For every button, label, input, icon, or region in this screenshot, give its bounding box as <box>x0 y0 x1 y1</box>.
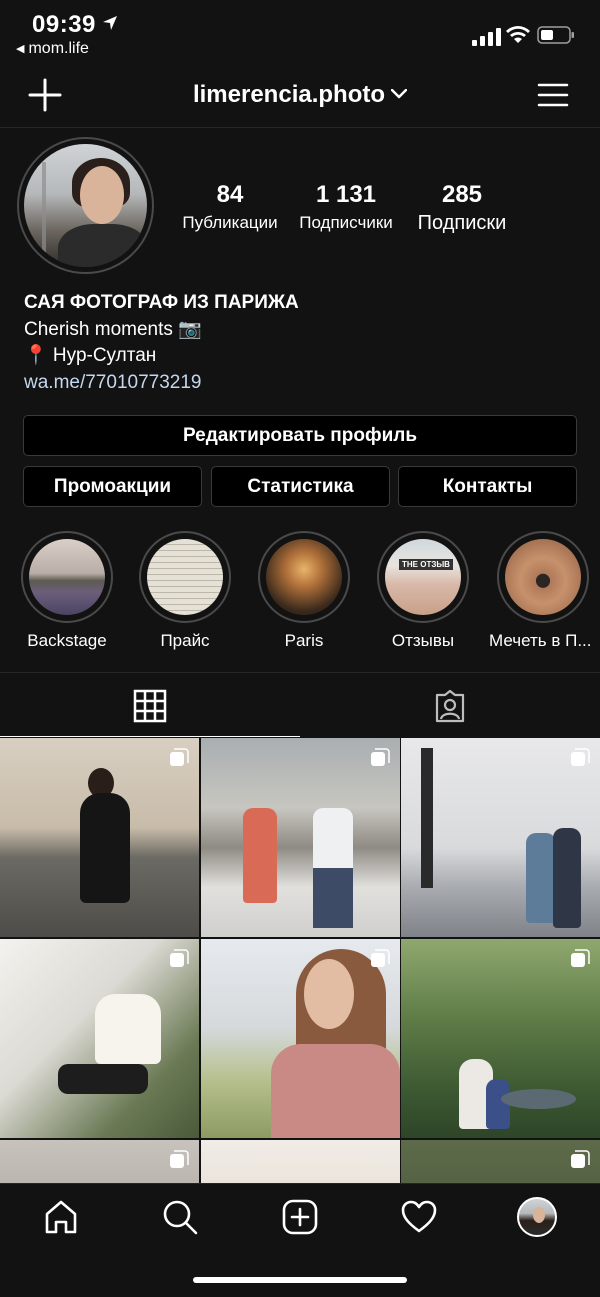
cellular-signal-icon <box>472 28 501 46</box>
edit-profile-button[interactable]: Редактировать профиль <box>23 415 577 456</box>
stat-following[interactable]: 285 Подписки <box>410 180 514 236</box>
photo-grid <box>0 738 600 1183</box>
battery-icon <box>537 26 574 44</box>
username-label: limerencia.photo <box>192 81 386 108</box>
profile-bio: САЯ ФОТОГРАФ ИЗ ПАРИЖА Cherish moments 📷… <box>24 290 299 396</box>
multiple-photos-icon <box>170 949 189 967</box>
grid-post[interactable] <box>401 939 600 1138</box>
heart-icon[interactable] <box>400 1198 438 1236</box>
add-post-icon[interactable] <box>281 1198 319 1236</box>
contacts-button[interactable]: Контакты <box>398 466 577 507</box>
back-app-label: mom.life <box>28 40 89 57</box>
bio-line-2: 📍 Нур-Султан <box>24 345 157 366</box>
highlight-backstage[interactable]: Backstage <box>20 531 114 651</box>
multiple-photos-icon <box>170 748 189 766</box>
multiple-photos-icon <box>571 949 590 967</box>
grid-post[interactable] <box>401 738 600 937</box>
highlight-label: Мечеть в П... <box>489 631 592 650</box>
wifi-icon <box>506 26 530 43</box>
menu-icon[interactable] <box>536 78 570 112</box>
stat-posts-label: Публикации <box>182 213 278 232</box>
bio-link[interactable]: wa.me/77010773219 <box>24 370 299 397</box>
tab-posts-grid[interactable] <box>0 673 300 737</box>
highlight-reviews-caption: THE ОТЗЫВ <box>399 559 453 570</box>
account-switcher[interactable]: limerencia.photo <box>0 81 600 109</box>
location-arrow-icon <box>103 16 117 30</box>
stat-posts-number: 84 <box>216 181 244 208</box>
multiple-photos-icon <box>371 949 390 967</box>
profile-header: limerencia.photo <box>0 62 600 128</box>
highlight-backstage-thumb <box>29 539 105 615</box>
tab-tagged[interactable] <box>300 673 600 737</box>
profile-tabs <box>0 672 600 737</box>
grid-post[interactable] <box>401 1140 600 1183</box>
promotions-button[interactable]: Промоакции <box>23 466 202 507</box>
grid-post[interactable] <box>0 939 199 1138</box>
highlight-reviews-thumb: THE ОТЗЫВ <box>385 539 461 615</box>
stat-following-number: 285 <box>441 181 483 208</box>
stat-following-label: Подписки <box>417 212 507 234</box>
grid-post[interactable] <box>201 1140 400 1183</box>
highlight-price-thumb <box>147 539 223 615</box>
grid-post[interactable] <box>201 738 400 937</box>
highlight-mosque-thumb <box>505 539 581 615</box>
highlight-paris-thumb <box>266 539 342 615</box>
stat-posts[interactable]: 84 Публикации <box>178 180 282 236</box>
highlight-label: Отзывы <box>391 631 455 650</box>
highlight-mosque[interactable]: Мечеть в П... <box>489 531 600 651</box>
bio-line-1: Cherish moments 📷 <box>24 318 202 340</box>
grid-icon <box>133 689 167 723</box>
profile-avatar[interactable] <box>24 144 147 267</box>
multiple-photos-icon <box>571 1150 590 1168</box>
tagged-icon <box>435 689 465 723</box>
back-to-app-link[interactable]: ◀ mom.life <box>16 40 89 58</box>
highlight-label: Прайс <box>160 631 210 650</box>
highlight-paris[interactable]: Paris <box>257 531 351 651</box>
stat-followers-label: Подписчики <box>299 213 393 232</box>
multiple-photos-icon <box>571 748 590 766</box>
home-indicator <box>193 1277 407 1283</box>
profile-avatar[interactable] <box>517 1197 557 1237</box>
highlight-label: Paris <box>284 631 324 650</box>
status-time: 09:39 <box>32 11 96 38</box>
status-bar: 09:39 ◀ mom.life <box>0 0 600 62</box>
stat-followers[interactable]: 1 131 Подписчики <box>294 180 398 236</box>
multiple-photos-icon <box>371 748 390 766</box>
profile-display-name: САЯ ФОТОГРАФ ИЗ ПАРИЖА <box>24 292 299 313</box>
highlight-price[interactable]: Прайс <box>138 531 232 651</box>
home-icon[interactable] <box>42 1198 80 1236</box>
search-icon[interactable] <box>161 1198 199 1236</box>
grid-post[interactable] <box>0 738 199 937</box>
grid-post[interactable] <box>201 939 400 1138</box>
multiple-photos-icon <box>170 1150 189 1168</box>
statistics-button[interactable]: Статистика <box>211 466 390 507</box>
grid-post[interactable] <box>0 1140 199 1183</box>
highlight-reviews[interactable]: THE ОТЗЫВ Отзывы <box>376 531 470 651</box>
highlight-label: Backstage <box>27 631 107 650</box>
chevron-down-icon <box>391 89 408 99</box>
stat-followers-number: 1 131 <box>315 181 377 208</box>
